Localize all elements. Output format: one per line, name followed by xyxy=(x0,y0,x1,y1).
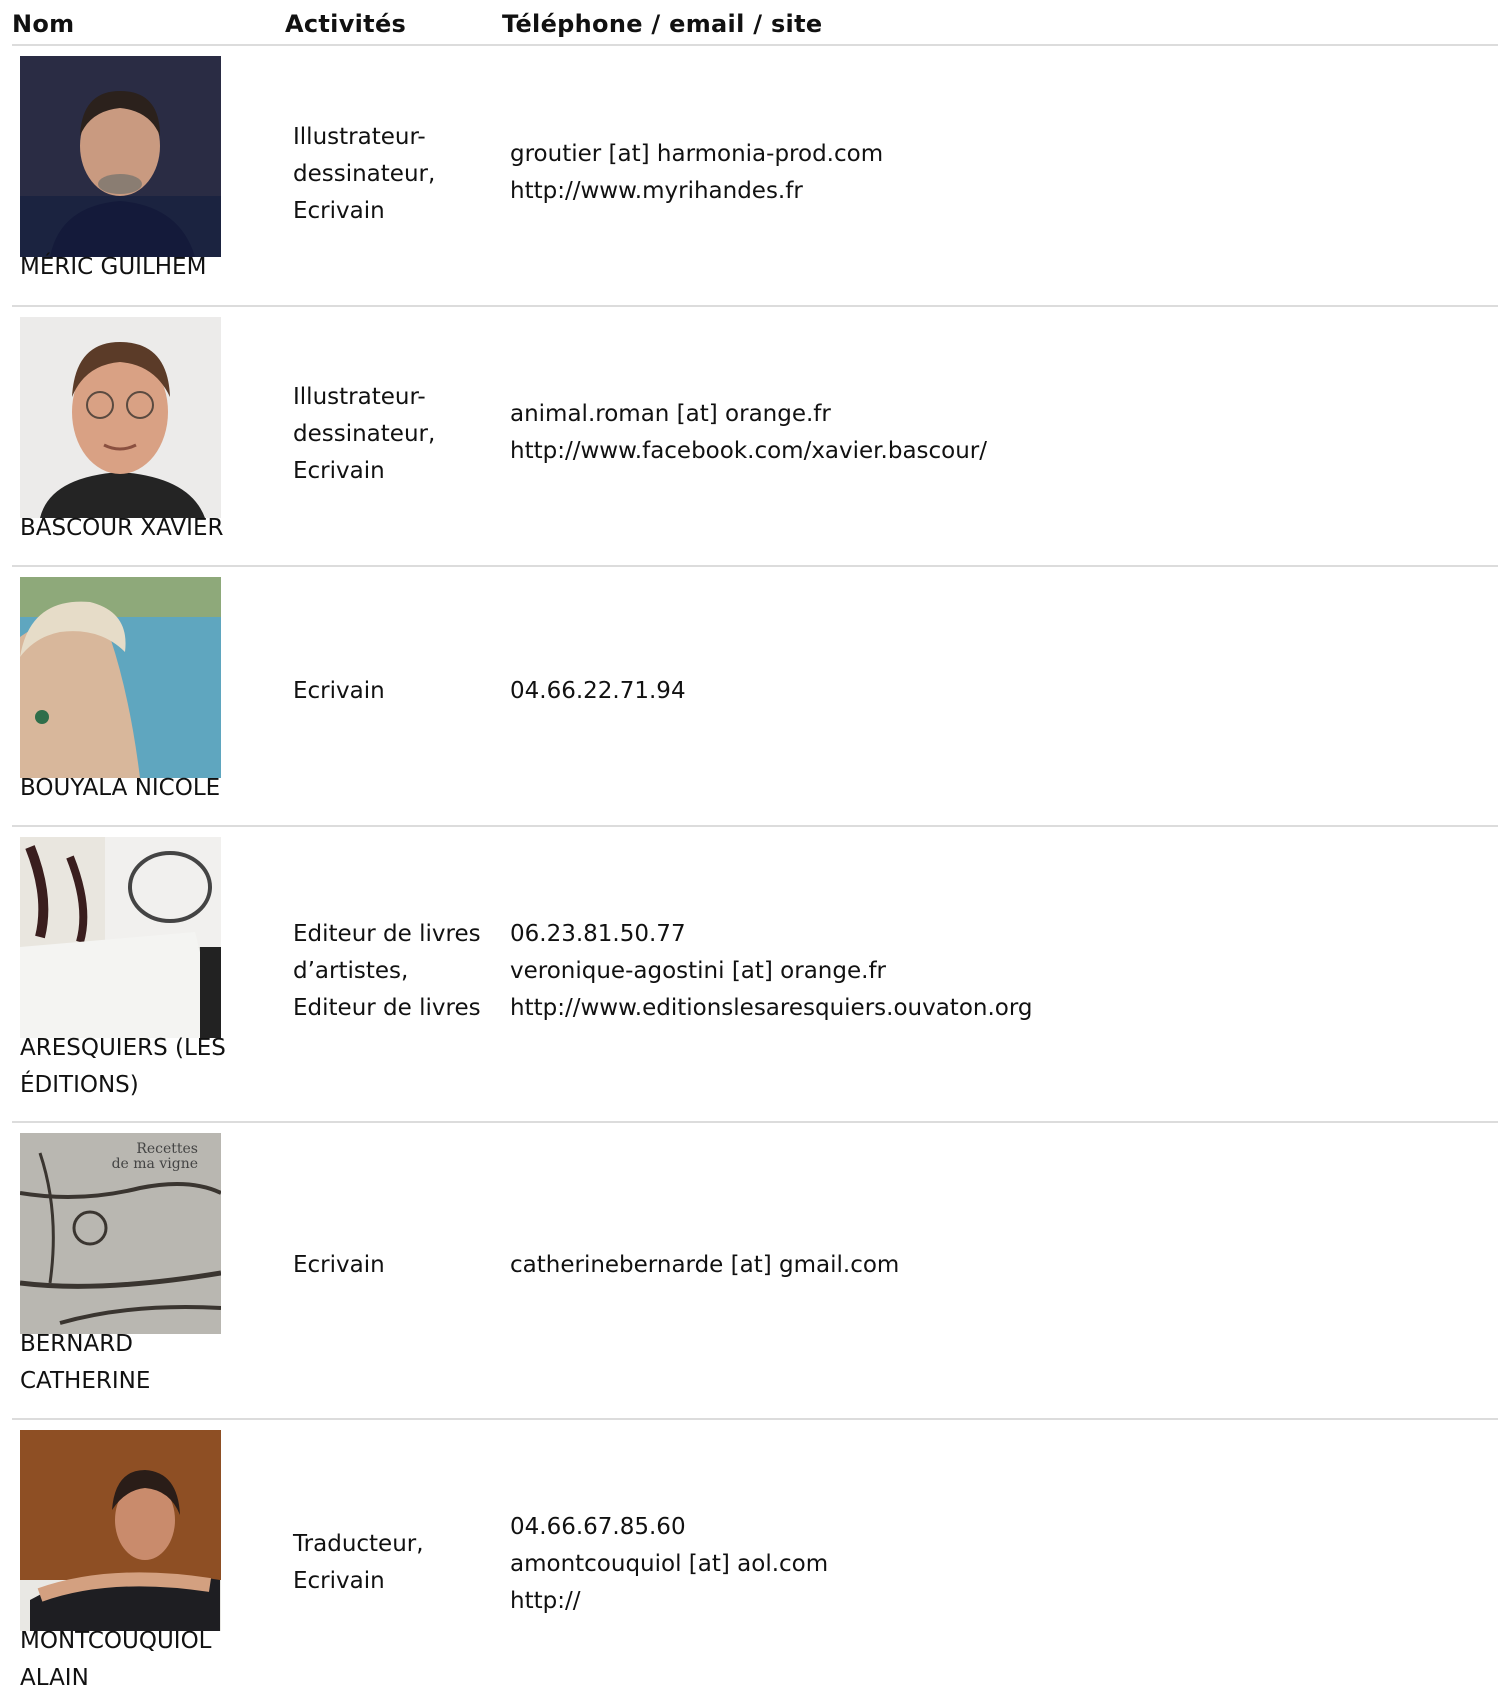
table-row: MONTCOUQUIOL ALAIN Traducteur, Ecrivain … xyxy=(12,1420,1498,1702)
person-contact[interactable]: 06.23.81.50.77 veronique-agostini [at] o… xyxy=(510,916,1033,1027)
table-header: Nom Activités Téléphone / email / site xyxy=(12,0,1498,46)
person-contact[interactable]: animal.roman [at] orange.fr http://www.f… xyxy=(510,396,987,470)
table-row: MÉRIC GUILHEM Illustrateur- dessinateur,… xyxy=(12,46,1498,307)
person-activities: Ecrivain xyxy=(293,678,385,704)
header-activities: Activités xyxy=(285,10,407,38)
portrait-photo xyxy=(20,577,221,778)
header-name: Nom xyxy=(12,10,75,38)
person-contact[interactable]: 04.66.67.85.60 amontcouquiol [at] aol.co… xyxy=(510,1509,828,1620)
person-name: BOUYALA NICOLE xyxy=(20,775,221,801)
person-activities: Ecrivain xyxy=(293,1252,385,1278)
person-activities: Traducteur, Ecrivain xyxy=(293,1531,424,1594)
portrait-photo xyxy=(20,317,221,518)
person-name: MÉRIC GUILHEM xyxy=(20,254,207,280)
person-name: ARESQUIERS (LES ÉDITIONS) xyxy=(20,1035,226,1098)
person-activities: Illustrateur- dessinateur, Ecrivain xyxy=(293,124,436,224)
portrait-photo xyxy=(20,56,221,257)
person-name: MONTCOUQUIOL ALAIN xyxy=(20,1628,212,1691)
person-name: BASCOUR XAVIER xyxy=(20,515,224,541)
table-row: BASCOUR XAVIER Illustrateur- dessinateur… xyxy=(12,307,1498,567)
book-photo xyxy=(20,837,221,1038)
person-activities: Illustrateur- dessinateur, Ecrivain xyxy=(293,384,436,484)
table-row: ARESQUIERS (LES ÉDITIONS) Editeur de liv… xyxy=(12,827,1498,1123)
person-activities: Editeur de livres d’artistes, Editeur de… xyxy=(293,921,481,1021)
directory-table: Nom Activités Téléphone / email / site M… xyxy=(12,0,1498,1702)
book-cover-photo: Recettes de ma vigne xyxy=(20,1133,221,1334)
person-contact[interactable]: catherinebernarde [at] gmail.com xyxy=(510,1247,899,1284)
person-name: BERNARD CATHERINE xyxy=(20,1331,151,1394)
person-contact[interactable]: 04.66.22.71.94 xyxy=(510,673,686,710)
portrait-photo xyxy=(20,1430,221,1631)
table-row: Recettes de ma vigne BERNARD CATHERINE Ec… xyxy=(12,1123,1498,1420)
table-row: BOUYALA NICOLE Ecrivain 04.66.22.71.94 xyxy=(12,567,1498,827)
header-contact: Téléphone / email / site xyxy=(502,10,823,38)
person-contact[interactable]: groutier [at] harmonia-prod.com http://w… xyxy=(510,136,883,210)
